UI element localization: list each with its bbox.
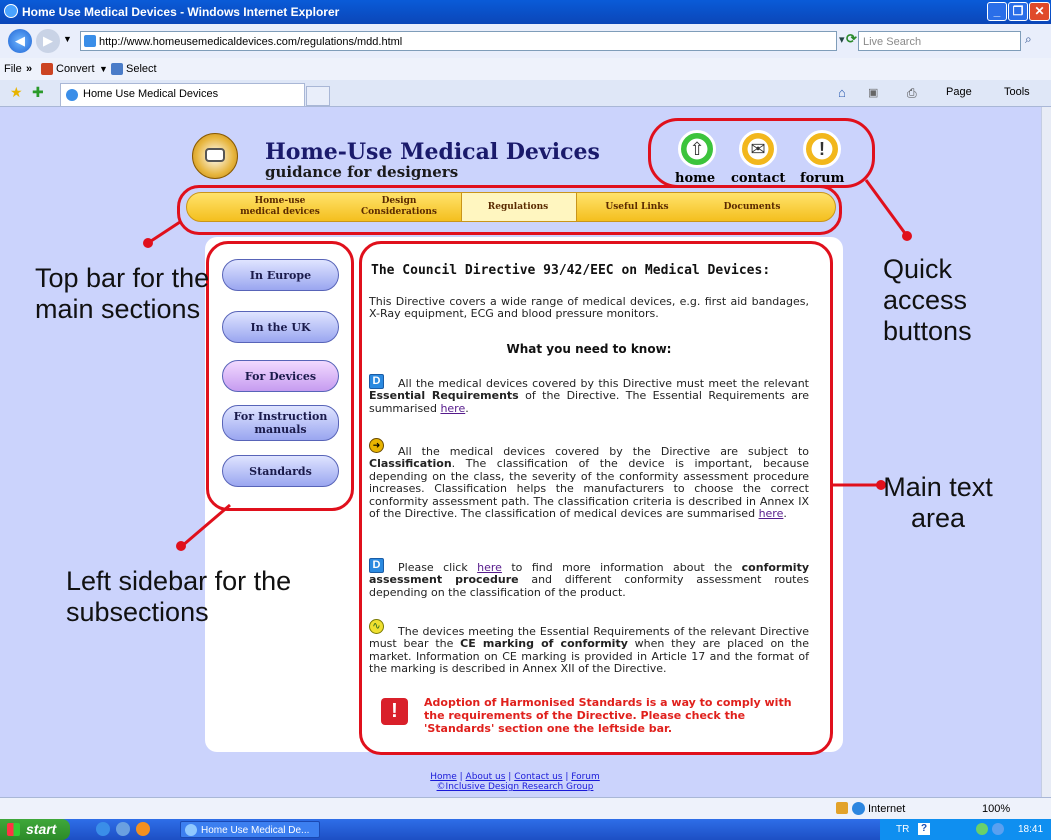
tray-network-icon[interactable]	[976, 823, 988, 835]
annotation-top-bar: Top bar for the main sections	[35, 263, 210, 324]
taskbar: start Home Use Medical De... TR ? 18:41	[0, 819, 1051, 840]
quicklaunch-desktop-icon[interactable]	[116, 822, 130, 836]
tray-volume-icon[interactable]	[992, 823, 1004, 835]
quicklaunch-media-icon[interactable]	[136, 822, 150, 836]
system-tray: TR ? 18:41	[880, 819, 1051, 840]
annotation-dot	[902, 231, 912, 241]
security-zone: Internet	[868, 803, 906, 815]
annotation-dot	[143, 238, 153, 248]
internet-zone-icon	[852, 802, 865, 815]
annotation-leader-lines	[147, 179, 909, 548]
taskbar-ie-icon	[185, 824, 197, 836]
annotation-left-sidebar: Left sidebar for the subsections	[66, 566, 292, 627]
language-indicator[interactable]: TR	[896, 819, 909, 840]
windows-logo-icon	[7, 823, 20, 836]
quicklaunch-ie-icon[interactable]	[96, 822, 110, 836]
protected-mode-icon	[836, 802, 848, 814]
annotation-dot	[176, 541, 186, 551]
start-button[interactable]: start	[0, 819, 70, 840]
annotation-main-text: Main text area	[883, 472, 993, 533]
zoom-level[interactable]: 100%	[982, 798, 1010, 820]
taskbar-item-browser[interactable]: Home Use Medical De...	[180, 821, 320, 838]
start-label: start	[26, 821, 57, 837]
status-bar: Internet 100%	[0, 797, 1051, 820]
taskbar-item-label: Home Use Medical De...	[201, 825, 310, 836]
clock: 18:41	[1018, 824, 1044, 835]
help-icon[interactable]: ?	[918, 823, 930, 835]
annotation-quick-access: Quick access buttons	[883, 254, 972, 346]
